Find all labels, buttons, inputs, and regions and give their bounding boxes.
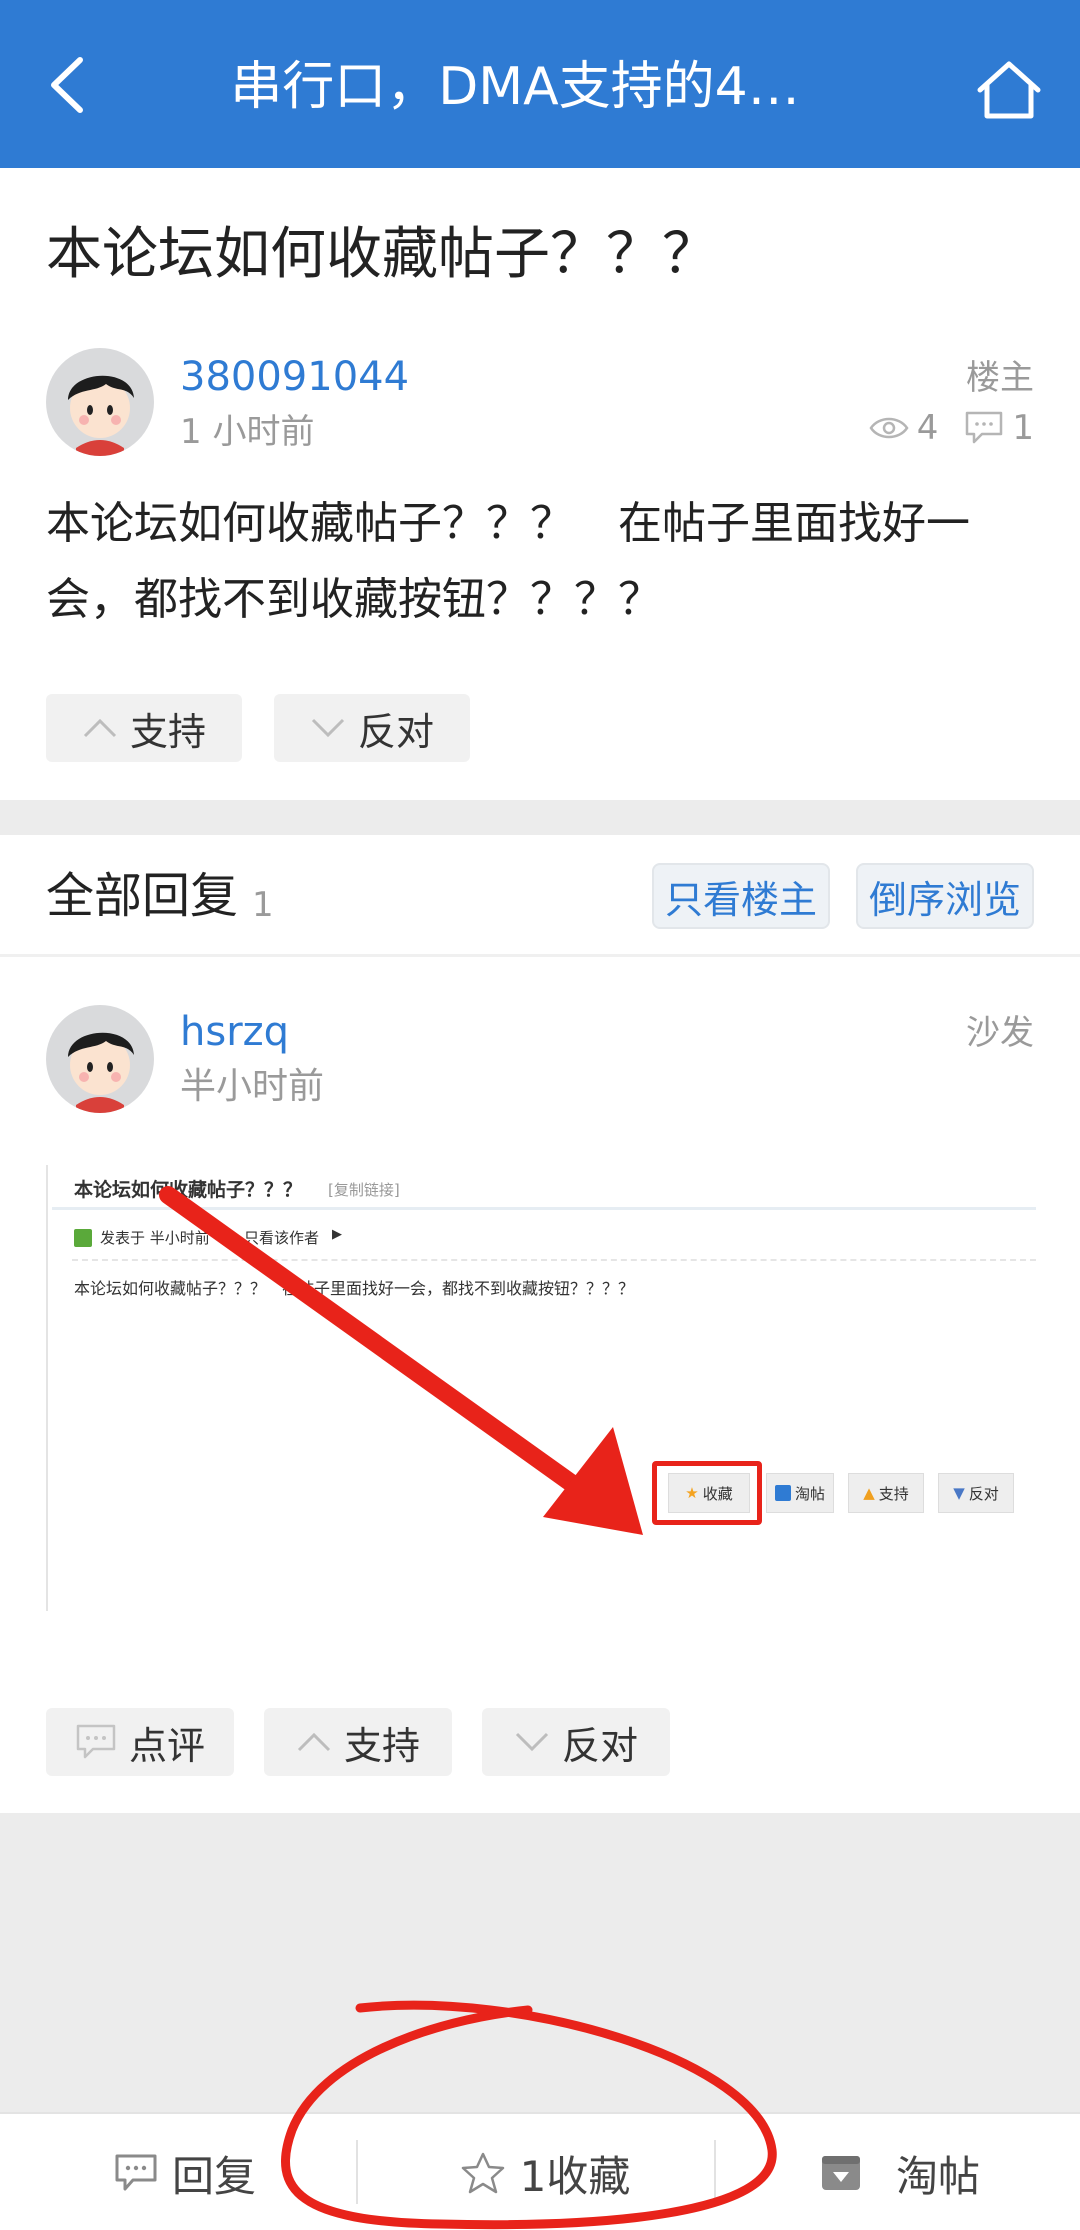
- red-circle-annotation: [281, 2000, 777, 2230]
